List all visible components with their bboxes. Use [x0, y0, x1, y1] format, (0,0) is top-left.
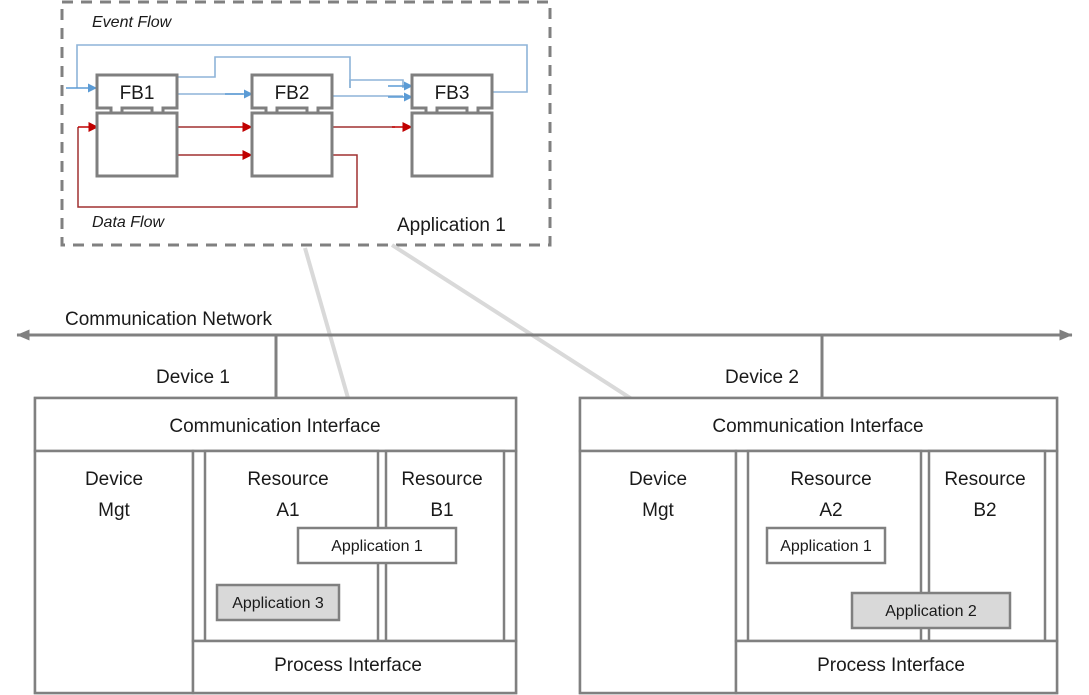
fb1-data-section [95, 111, 179, 178]
device-1-resource-a1-label-line1: Resource [247, 469, 328, 490]
function-block-fb2[interactable]: FB2 [250, 73, 334, 178]
device-1-application-3[interactable]: Application 3 [215, 583, 341, 622]
fb3-label: FB3 [435, 83, 470, 104]
event-flow-label: Event Flow [92, 14, 173, 31]
device-2-resource-a2-label-line2: A2 [819, 500, 842, 521]
fb3-data-section [410, 111, 494, 178]
device-2-device-mgt-label-line2: Mgt [642, 500, 674, 521]
function-block-fb1[interactable]: FB1 [95, 73, 179, 178]
device-1-application-1-label: Application 1 [331, 538, 423, 555]
device-2-process-interface-label: Process Interface [817, 655, 965, 676]
device-1-resource-b1-label-line2: B1 [430, 500, 453, 521]
fb2-label: FB2 [275, 83, 310, 104]
device-1-application-3-label: Application 3 [232, 595, 324, 612]
device-2-application-2-label: Application 2 [885, 603, 977, 620]
device-1-device-mgt-label-line2: Mgt [98, 500, 130, 521]
fb1-label: FB1 [120, 83, 155, 104]
device-2-application-1-label: Application 1 [780, 538, 872, 555]
device-1-resource-b1-label-line1: Resource [401, 469, 482, 490]
device-1-label: Device 1 [156, 367, 230, 388]
application-1-block-label: Application 1 [397, 215, 506, 236]
function-block-fb3[interactable]: FB3 [410, 73, 494, 178]
fb2-data-section [250, 111, 334, 178]
device-2[interactable]: Communication Interface Device Mgt Resou… [578, 396, 1059, 695]
communication-network-label: Communication Network [65, 309, 272, 330]
device-2-label: Device 2 [725, 367, 799, 388]
diagram-canvas: Event Flow Data Flow Application 1 FB1 F… [0, 0, 1089, 695]
data-flow-label: Data Flow [92, 214, 165, 231]
device-2-resource-a2-label-line1: Resource [790, 469, 871, 490]
device-2-resource-b2-label-line2: B2 [973, 500, 996, 521]
device-1-process-interface-label: Process Interface [274, 655, 422, 676]
device-2-communication-interface-label: Communication Interface [712, 416, 923, 437]
device-1-resource-a1-label-line2: A1 [276, 500, 299, 521]
device-1[interactable]: Communication Interface Device Mgt Resou… [33, 396, 518, 695]
iec61499-architecture-diagram: Event Flow Data Flow Application 1 FB1 F… [16, 0, 1073, 695]
device-1-device-mgt-label-line1: Device [85, 469, 143, 490]
device-2-device-mgt-label-line1: Device [629, 469, 687, 490]
device-1-communication-interface-label: Communication Interface [169, 416, 380, 437]
device-2-application-2[interactable]: Application 2 [850, 591, 1012, 630]
device-2-application-1[interactable]: Application 1 [765, 526, 887, 565]
device-1-application-1[interactable]: Application 1 [296, 526, 458, 565]
communication-network: Communication Network Device 1 Device 2 [16, 309, 1073, 398]
device-2-resource-b2-label-line1: Resource [944, 469, 1025, 490]
